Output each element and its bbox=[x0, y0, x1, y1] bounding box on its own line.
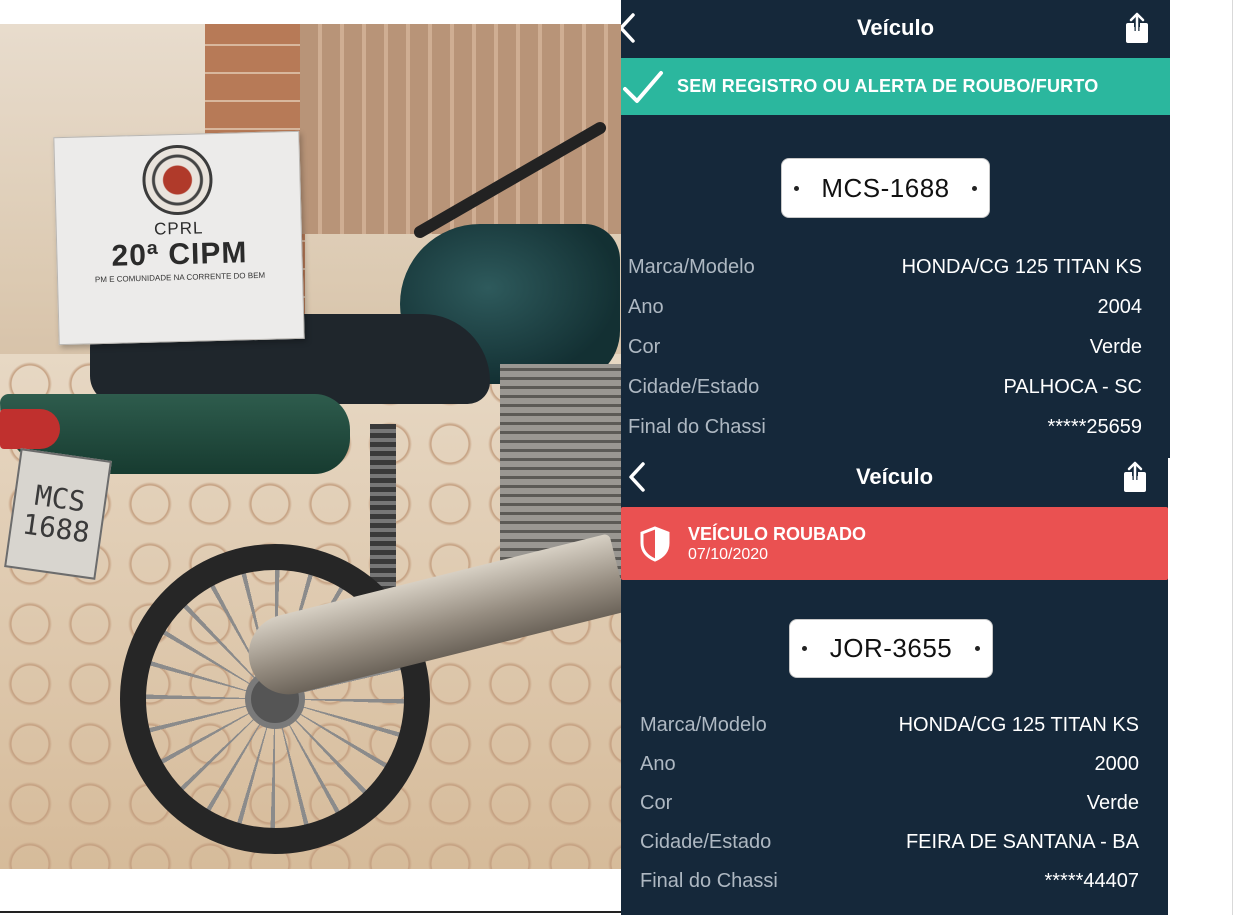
detail-label: Cor bbox=[628, 335, 661, 358]
plate-number: JOR-3655 bbox=[829, 633, 953, 663]
status-banner-text: SEM REGISTRO OU ALERTA DE ROUBO/FURTO bbox=[677, 76, 1099, 96]
detail-row: Marca/Modelo HONDA/CG 125 TITAN KS bbox=[621, 705, 1168, 745]
nav-bar: Veículo bbox=[621, 457, 1168, 497]
check-icon bbox=[623, 70, 663, 103]
detail-row: Final do Chassi *****25659 bbox=[621, 407, 1170, 447]
detail-label: Cidade/Estado bbox=[628, 375, 760, 398]
detail-label: Cor bbox=[640, 791, 673, 814]
page-edge-line bbox=[1232, 0, 1233, 915]
status-banner-stolen: VEÍCULO ROUBADO 07/10/2020 bbox=[621, 507, 1168, 580]
detail-value: HONDA/CG 125 TITAN KS bbox=[901, 255, 1142, 278]
plate-dot-right bbox=[975, 646, 980, 651]
detail-label: Ano bbox=[628, 295, 664, 318]
detail-value: *****44407 bbox=[1044, 869, 1139, 892]
shield-icon bbox=[640, 525, 670, 562]
detail-row: Cor Verde bbox=[621, 327, 1170, 367]
detail-row: Ano 2000 bbox=[621, 744, 1168, 784]
back-icon[interactable] bbox=[625, 459, 649, 495]
detail-value: 2000 bbox=[1094, 752, 1140, 775]
alert-title: VEÍCULO ROUBADO bbox=[688, 524, 867, 544]
detail-label: Marca/Modelo bbox=[628, 255, 755, 278]
sign-line-1: CPRL bbox=[153, 218, 204, 239]
police-seal-icon bbox=[141, 144, 214, 216]
sign-line-3: PM E COMUNIDADE NA CORRENTE DO BEM bbox=[94, 270, 266, 285]
taillight bbox=[0, 409, 60, 449]
police-sign: CPRL 20ª CIPM PM E COMUNIDADE NA CORRENT… bbox=[53, 130, 305, 346]
detail-value: FEIRA DE SANTANA - BA bbox=[905, 830, 1139, 853]
detail-label: Ano bbox=[640, 752, 676, 775]
alert-date: 07/10/2020 bbox=[688, 546, 769, 563]
detail-row: Cidade/Estado FEIRA DE SANTANA - BA bbox=[621, 822, 1168, 862]
detail-row: Ano 2004 bbox=[621, 287, 1170, 327]
plate-dot-left bbox=[802, 646, 807, 651]
alert-texts: VEÍCULO ROUBADO 07/10/2020 bbox=[688, 523, 866, 564]
plate-dot-left bbox=[794, 185, 799, 191]
detail-value: 2004 bbox=[1097, 295, 1143, 318]
share-icon[interactable] bbox=[1121, 460, 1149, 494]
detail-row: Cor Verde bbox=[621, 783, 1168, 823]
photo-bottom-border bbox=[0, 911, 621, 913]
nav-bar: Veículo bbox=[621, 0, 1170, 56]
detail-value: *****25659 bbox=[1047, 415, 1142, 438]
vehicle-screen-stolen: Veículo VEÍCULO ROUBADO 07/10/2020 JOR-3… bbox=[621, 457, 1168, 915]
motorcycle-plate-text: MCS 1688 bbox=[20, 478, 92, 550]
detail-label: Cidade/Estado bbox=[640, 830, 772, 853]
motorcycle-license-plate: MCS 1688 bbox=[4, 448, 112, 580]
detail-value: HONDA/CG 125 TITAN KS bbox=[898, 713, 1139, 736]
nav-title: Veículo bbox=[855, 464, 934, 489]
plate-number: MCS-1688 bbox=[821, 172, 950, 203]
detail-label: Final do Chassi bbox=[628, 415, 766, 438]
detail-row: Cidade/Estado PALHOCA - SC bbox=[621, 367, 1170, 407]
plate-dot-right bbox=[972, 185, 977, 191]
detail-value: Verde bbox=[1089, 335, 1142, 358]
status-banner-clean: SEM REGISTRO OU ALERTA DE ROUBO/FURTO bbox=[621, 58, 1170, 115]
detail-row: Final do Chassi *****44407 bbox=[621, 861, 1168, 901]
sign-line-2: 20ª CIPM bbox=[111, 236, 248, 273]
detail-label: Final do Chassi bbox=[640, 869, 778, 892]
detail-value: PALHOCA - SC bbox=[1003, 375, 1142, 398]
share-icon[interactable] bbox=[1123, 11, 1151, 45]
license-plate-badge: JOR-3655 bbox=[789, 619, 993, 678]
vehicle-screen-clean: Veículo SEM REGISTRO OU ALERTA DE ROUBO/… bbox=[621, 0, 1170, 458]
nav-title: Veículo bbox=[856, 15, 935, 40]
license-plate-badge: MCS-1688 bbox=[781, 158, 990, 218]
detail-value: Verde bbox=[1086, 791, 1139, 814]
motorcycle-photo: MCS 1688 CPRL 20ª CIPM PM E COMUNIDADE N… bbox=[0, 24, 622, 869]
detail-row: Marca/Modelo HONDA/CG 125 TITAN KS bbox=[621, 247, 1170, 287]
detail-label: Marca/Modelo bbox=[640, 713, 767, 736]
back-icon[interactable] bbox=[621, 10, 639, 46]
